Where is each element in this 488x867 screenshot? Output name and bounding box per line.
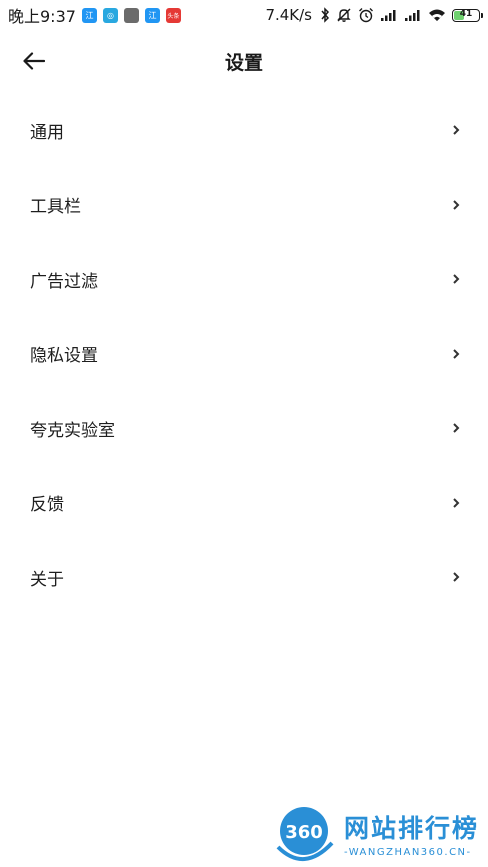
- battery-indicator: 41: [452, 8, 483, 22]
- alarm-icon: [358, 7, 374, 23]
- signal-icon: [380, 8, 398, 22]
- page-title: 设置: [224, 52, 263, 74]
- chevron-right-icon: [452, 124, 460, 136]
- header: 设置: [0, 38, 488, 84]
- menu-item-about[interactable]: 关于: [0, 540, 488, 615]
- settings-menu: 通用 工具栏 广告过滤 隐私设置 夸克实验室 反馈 关于: [0, 93, 488, 615]
- mute-icon: [336, 7, 352, 23]
- bluetooth-icon: [320, 7, 330, 23]
- network-speed: 7.4K/s: [265, 6, 312, 24]
- news-notification-icon: 头条: [165, 7, 181, 23]
- status-bar: 晚上9:37 江 ◎ 江 头条 7.4K/s 41: [0, 0, 488, 30]
- watermark-logo-text: 360: [285, 822, 323, 843]
- menu-item-label: 关于: [30, 569, 64, 590]
- chevron-right-icon: [452, 199, 460, 211]
- menu-item-privacy[interactable]: 隐私设置: [0, 317, 488, 392]
- menu-item-label: 夸克实验室: [30, 420, 115, 441]
- chevron-right-icon: [452, 422, 460, 434]
- watermark-title: 网站排行榜: [344, 813, 480, 843]
- menu-item-label: 反馈: [30, 495, 64, 516]
- menu-item-label: 广告过滤: [30, 271, 98, 292]
- watermark-text: 网站排行榜 -WANGZHAN360.CN-: [344, 809, 479, 858]
- chevron-right-icon: [452, 571, 460, 583]
- chevron-right-icon: [452, 348, 460, 360]
- chat-notification-icon: ◎: [102, 7, 118, 23]
- app-notification-icon: 江: [144, 7, 160, 23]
- app-notification-icon: 江: [81, 7, 97, 23]
- status-bar-left: 晚上9:37 江 ◎ 江 头条: [8, 3, 181, 27]
- menu-item-label: 通用: [30, 122, 64, 143]
- battery-level: 41: [459, 8, 473, 19]
- watermark-subtitle: -WANGZHAN360.CN-: [344, 846, 472, 858]
- wifi-icon: [428, 8, 446, 22]
- menu-item-ad-filter[interactable]: 广告过滤: [0, 242, 488, 317]
- watermark-logo: 360: [274, 803, 338, 863]
- watermark: 360 网站排行榜 -WANGZHAN360.CN-: [274, 800, 488, 866]
- chevron-right-icon: [452, 273, 460, 285]
- menu-item-toolbar[interactable]: 工具栏: [0, 168, 488, 243]
- status-bar-right: 7.4K/s 41: [265, 6, 483, 24]
- menu-item-general[interactable]: 通用: [0, 93, 488, 168]
- chevron-right-icon: [452, 497, 460, 509]
- clock: 晚上9:37: [8, 7, 76, 26]
- menu-item-label: 工具栏: [30, 197, 81, 218]
- menu-item-feedback[interactable]: 反馈: [0, 466, 488, 541]
- menu-item-label: 隐私设置: [30, 346, 98, 367]
- gray-app-notification-icon: [123, 7, 139, 23]
- menu-item-lab[interactable]: 夸克实验室: [0, 391, 488, 466]
- signal-icon: [404, 8, 422, 22]
